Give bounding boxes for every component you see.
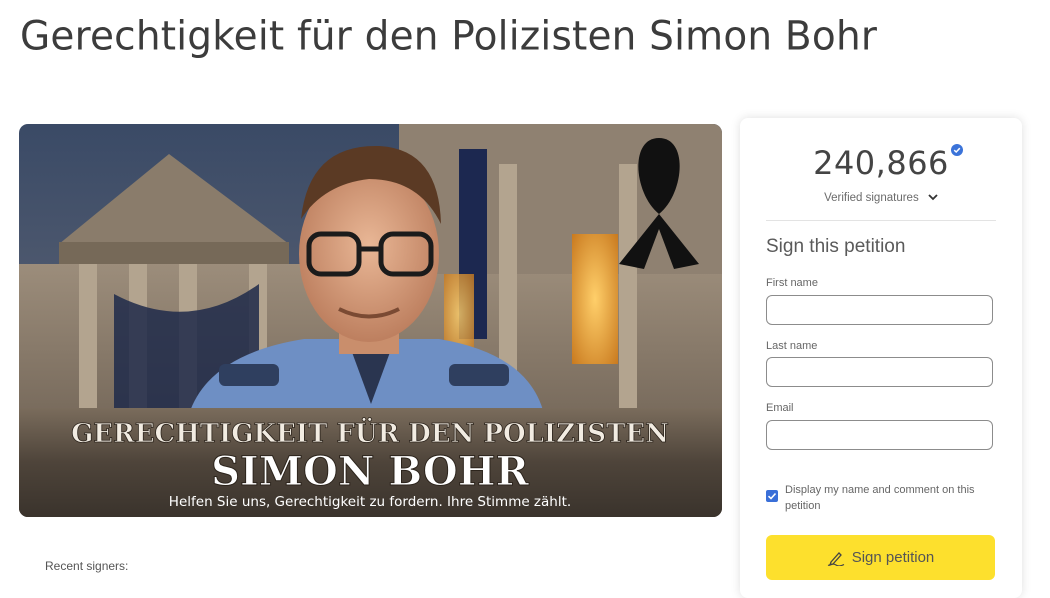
recent-signers-label: Recent signers: xyxy=(45,559,129,573)
hero-headline-line1: GERECHTIGKEIT FÜR DEN POLIZISTEN xyxy=(71,417,669,449)
hero-headline-line2: SIMON BOHR xyxy=(211,448,529,495)
hero-tagline: Helfen Sie uns, Gerechtigkeit zu fordern… xyxy=(169,494,571,510)
email-field[interactable] xyxy=(766,420,993,450)
verified-signatures-label: Verified signatures xyxy=(824,192,919,204)
card-divider xyxy=(766,220,996,221)
first-name-label: First name xyxy=(766,277,818,289)
signature-card: 240,866 Verified signatures Sign this pe… xyxy=(740,118,1022,598)
verified-signatures-toggle[interactable]: Verified signatures xyxy=(740,192,1022,204)
email-label: Email xyxy=(766,402,794,414)
display-name-consent-label: Display my name and comment on this peti… xyxy=(785,484,975,512)
signature-count-wrap: 240,866 xyxy=(740,144,1022,182)
display-name-checkbox[interactable] xyxy=(766,490,778,502)
first-name-field[interactable] xyxy=(766,295,993,325)
signature-pen-icon xyxy=(827,551,844,566)
display-name-consent: Display my name and comment on this peti… xyxy=(766,482,996,514)
signature-count: 240,866 xyxy=(813,144,963,182)
signature-count-value: 240,866 xyxy=(813,144,949,182)
page-title: Gerechtigkeit für den Polizisten Simon B… xyxy=(20,13,878,60)
chevron-down-icon xyxy=(928,194,938,201)
sign-petition-button[interactable]: Sign petition xyxy=(766,535,995,580)
verified-check-icon xyxy=(950,144,963,156)
last-name-label: Last name xyxy=(766,340,818,352)
checkmark-icon xyxy=(767,492,777,500)
petition-hero-image: GERECHTIGKEIT FÜR DEN POLIZISTEN SIMON B… xyxy=(19,124,722,517)
last-name-field[interactable] xyxy=(766,357,993,387)
sign-petition-heading: Sign this petition xyxy=(766,236,906,257)
sign-petition-button-label: Sign petition xyxy=(851,549,935,566)
